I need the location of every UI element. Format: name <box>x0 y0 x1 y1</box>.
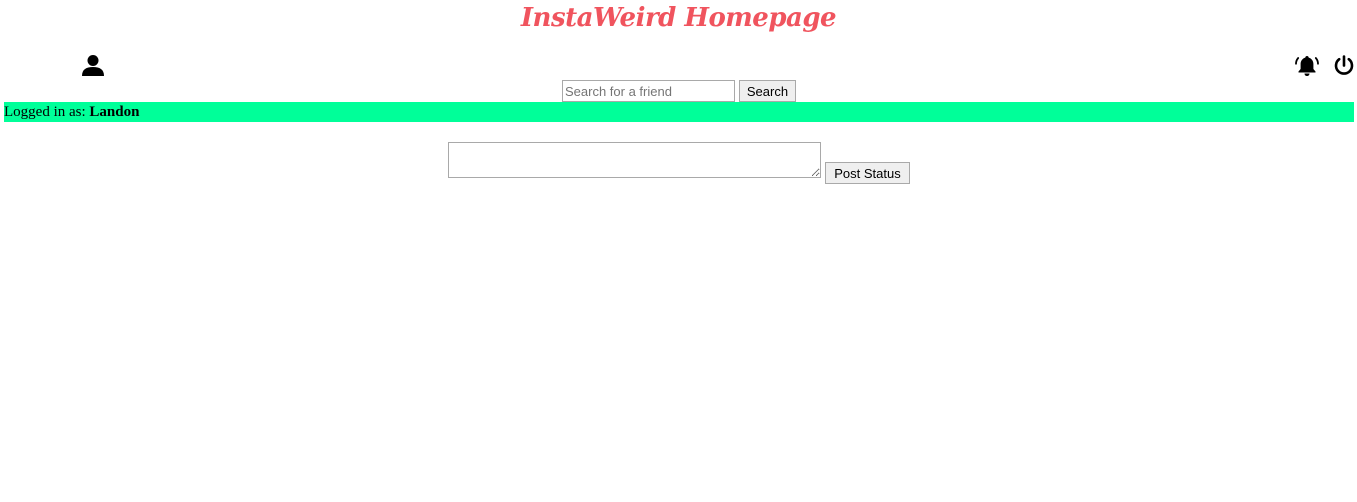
notifications-button[interactable] <box>1295 54 1319 78</box>
post-status-button[interactable]: Post Status <box>825 162 910 184</box>
status-textarea[interactable] <box>448 142 821 178</box>
username: Landon <box>89 104 140 120</box>
user-icon <box>82 55 104 76</box>
power-icon <box>1334 55 1354 75</box>
logged-in-label: Logged in as: <box>4 104 86 120</box>
site-title: InstaWeird Homepage <box>520 3 837 33</box>
search-input[interactable] <box>562 80 735 102</box>
post-status-form: Post Status <box>448 142 910 184</box>
search-form: Search <box>562 80 796 102</box>
logout-button[interactable] <box>1332 54 1356 78</box>
bell-icon <box>1295 56 1319 76</box>
login-status-bar: Logged in as: Landon <box>4 102 1354 122</box>
page: InstaWeird Homepage Search Logged in as:… <box>0 0 1357 502</box>
profile-button[interactable] <box>81 54 105 78</box>
search-button[interactable]: Search <box>739 80 796 102</box>
